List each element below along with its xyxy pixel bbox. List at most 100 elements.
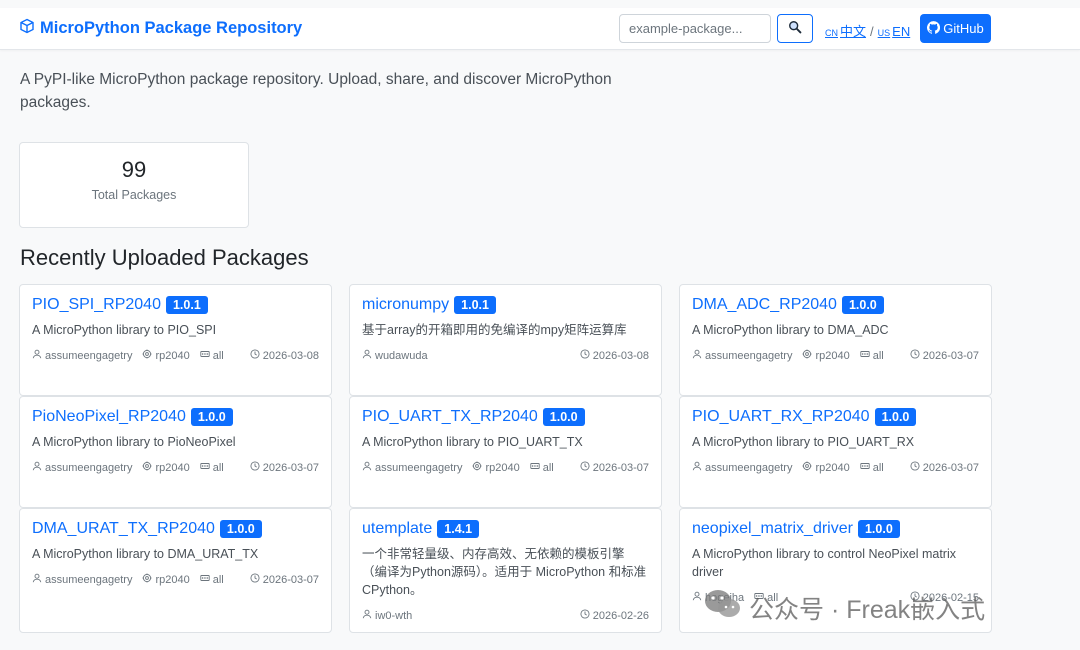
- chip-icon: [142, 573, 152, 586]
- package-description: A MicroPython library to control NeoPixe…: [692, 547, 956, 579]
- package-date: 2026-03-08: [250, 349, 319, 362]
- package-board: all: [860, 349, 884, 362]
- version-badge: 1.0.0: [190, 408, 233, 426]
- github-label: GitHub: [943, 21, 984, 36]
- package-date: 2026-03-07: [250, 461, 319, 474]
- package-board: all: [860, 461, 884, 474]
- card-header: utemplate 1.4.1: [362, 520, 649, 538]
- package-date: 2026-03-08: [580, 349, 649, 362]
- board-icon: [530, 461, 540, 474]
- user-icon: [692, 349, 702, 362]
- brand-link[interactable]: MicroPython Package Repository: [19, 18, 302, 39]
- version-badge: 1.0.1: [165, 296, 208, 314]
- date-label: 2026-03-07: [262, 461, 319, 474]
- meta-left: assumeengagetry rp2040 all: [692, 349, 884, 362]
- package-name-link[interactable]: PIO_UART_RX_RP2040: [692, 408, 870, 426]
- author-label: assumeengagetry: [45, 349, 133, 362]
- package-chip: rp2040: [472, 461, 520, 474]
- package-description: 基于array的开箱即用的免编译的mpy矩阵运算库: [362, 323, 627, 337]
- package-date: 2026-03-07: [250, 573, 319, 586]
- package-name-link[interactable]: micronumpy: [362, 296, 449, 314]
- user-icon: [32, 573, 42, 586]
- board-label: all: [542, 461, 554, 474]
- package-card: micronumpy 1.0.1 基于array的开箱即用的免编译的mpy矩阵运…: [349, 284, 662, 396]
- board-label: all: [872, 349, 884, 362]
- package-card: neopixel_matrix_driver 1.0.0 A MicroPyth…: [679, 508, 992, 633]
- package-name-link[interactable]: PIO_UART_TX_RP2040: [362, 408, 538, 426]
- author-label: assumeengagetry: [375, 461, 463, 474]
- clock-icon: [910, 591, 920, 604]
- package-author: assumeengagetry: [692, 349, 792, 362]
- package-author: assumeengagetry: [362, 461, 462, 474]
- search-input[interactable]: [619, 14, 771, 43]
- package-description: 一个非常轻量级、内存高效、无依赖的模板引擎（编译为Python源码）。适用于 M…: [362, 547, 647, 597]
- package-grid: PIO_SPI_RP2040 1.0.1 A MicroPython libra…: [19, 284, 992, 633]
- lang-en-link[interactable]: US EN: [878, 24, 911, 39]
- package-description: A MicroPython library to PIO_SPI: [32, 323, 217, 337]
- chip-label: rp2040: [485, 461, 520, 474]
- board-icon: [860, 349, 870, 362]
- lang-cn-link[interactable]: CN 中文: [825, 21, 866, 40]
- board-icon: [200, 573, 210, 586]
- package-board: all: [200, 573, 224, 586]
- package-chip: rp2040: [142, 573, 190, 586]
- package-date: 2026-03-07: [910, 461, 979, 474]
- package-author: assumeengagetry: [32, 573, 132, 586]
- chip-label: rp2040: [815, 461, 850, 474]
- package-date: 2026-03-07: [580, 461, 649, 474]
- package-name-link[interactable]: PIO_SPI_RP2040: [32, 296, 161, 314]
- package-card: PIO_UART_RX_RP2040 1.0.0 A MicroPython l…: [679, 396, 992, 508]
- user-icon: [362, 349, 372, 362]
- card-header: micronumpy 1.0.1: [362, 296, 649, 314]
- version-badge: 1.4.1: [437, 520, 480, 538]
- github-button[interactable]: GitHub: [920, 14, 991, 43]
- package-description: A MicroPython library to DMA_ADC: [692, 323, 889, 337]
- version-badge: 1.0.0: [841, 296, 884, 314]
- lang-cn-label: 中文: [840, 24, 867, 39]
- package-chip: rp2040: [142, 349, 190, 362]
- package-card: DMA_URAT_TX_RP2040 1.0.0 A MicroPython l…: [19, 508, 332, 633]
- date-label: 2026-03-07: [922, 349, 979, 362]
- card-header: PIO_SPI_RP2040 1.0.1: [32, 296, 319, 314]
- user-icon: [32, 461, 42, 474]
- board-icon: [860, 461, 870, 474]
- clock-icon: [250, 573, 260, 586]
- package-meta: assumeengagetry rp2040 all 2026-03-07: [692, 349, 979, 362]
- card-header: DMA_ADC_RP2040 1.0.0: [692, 296, 979, 314]
- board-icon: [200, 349, 210, 362]
- package-chip: rp2040: [142, 461, 190, 474]
- card-header: PIO_UART_RX_RP2040 1.0.0: [692, 408, 979, 426]
- author-label: wudawuda: [375, 349, 428, 362]
- lang-separator: /: [870, 24, 874, 39]
- clock-icon: [580, 609, 590, 622]
- package-author: wudawuda: [362, 349, 428, 362]
- clock-icon: [250, 349, 260, 362]
- author-label: assumeengagetry: [45, 461, 133, 474]
- package-author: assumeengagetry: [692, 461, 792, 474]
- search-button[interactable]: [777, 14, 813, 43]
- version-badge: 1.0.0: [542, 408, 585, 426]
- user-icon: [362, 609, 372, 622]
- board-label: all: [767, 591, 779, 604]
- version-badge: 1.0.0: [857, 520, 900, 538]
- user-icon: [362, 461, 372, 474]
- package-name-link[interactable]: utemplate: [362, 520, 432, 538]
- chip-icon: [142, 349, 152, 362]
- package-name-link[interactable]: neopixel_matrix_driver: [692, 520, 853, 538]
- meta-left: assumeengagetry rp2040 all: [32, 349, 224, 362]
- meta-left: hogeiha all: [692, 591, 778, 604]
- package-name-link[interactable]: DMA_ADC_RP2040: [692, 296, 837, 314]
- chip-label: rp2040: [155, 349, 190, 362]
- package-name-link[interactable]: DMA_URAT_TX_RP2040: [32, 520, 215, 538]
- package-card: PIO_SPI_RP2040 1.0.1 A MicroPython libra…: [19, 284, 332, 396]
- package-date: 2026-02-26: [580, 609, 649, 622]
- meta-left: iw0-wth: [362, 609, 412, 622]
- total-packages-count: 99: [121, 157, 147, 182]
- brand-title: MicroPython Package Repository: [40, 19, 303, 37]
- user-icon: [692, 461, 702, 474]
- chip-icon: [802, 461, 812, 474]
- package-board: all: [200, 349, 224, 362]
- search-icon: [788, 20, 802, 37]
- package-author: assumeengagetry: [32, 349, 132, 362]
- package-name-link[interactable]: PioNeoPixel_RP2040: [32, 408, 186, 426]
